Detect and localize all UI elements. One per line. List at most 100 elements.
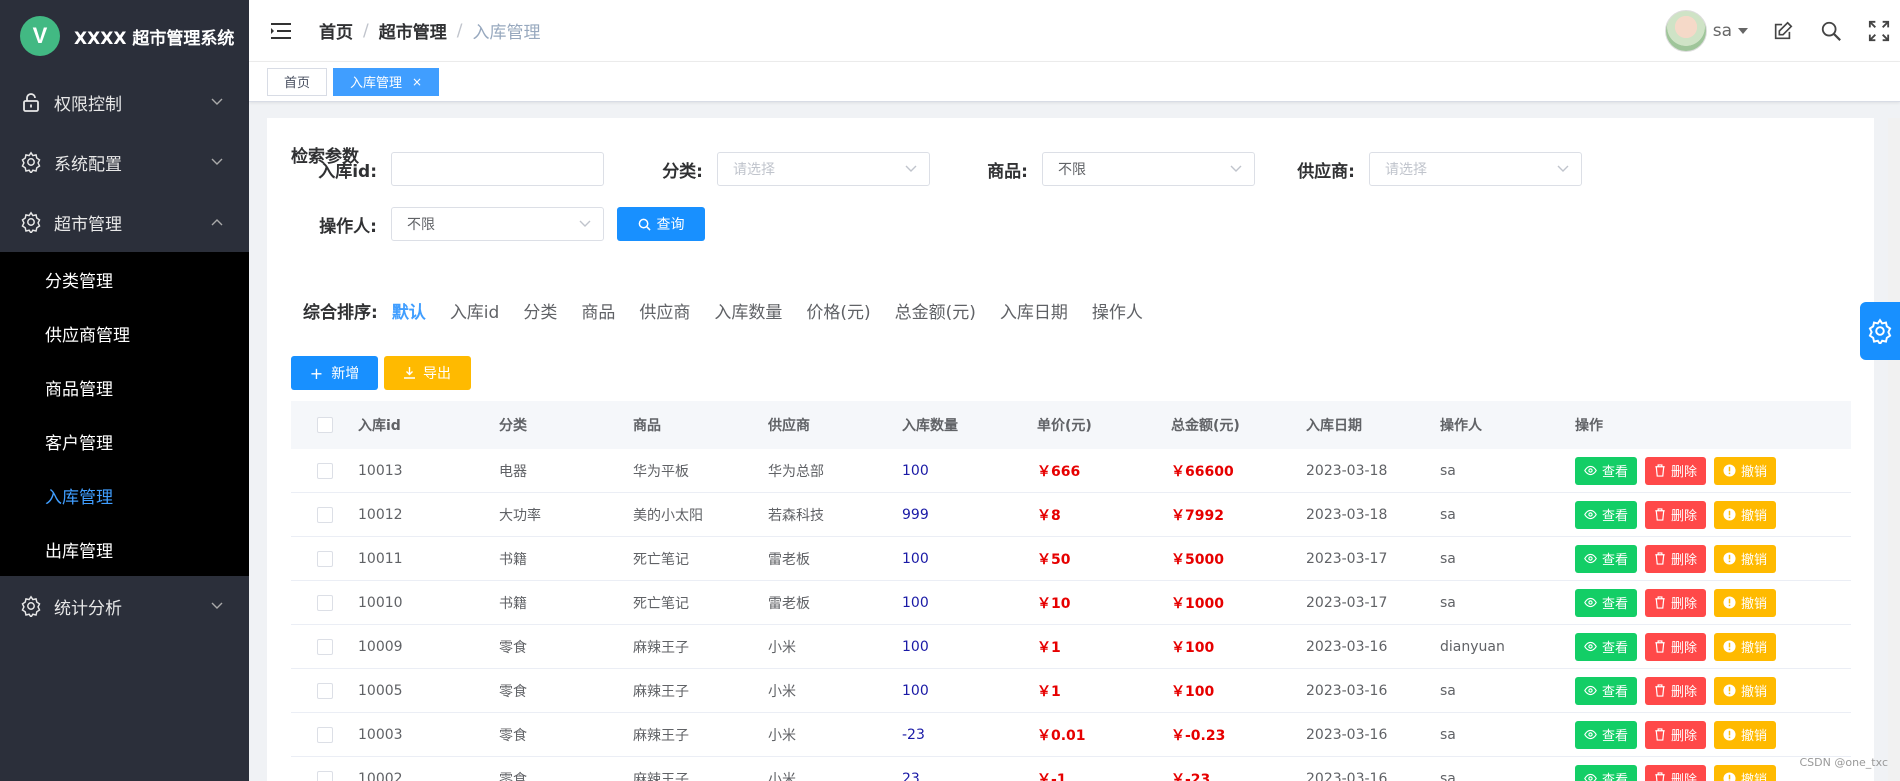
- hamburger-icon[interactable]: [269, 19, 293, 43]
- view-button[interactable]: 查看: [1575, 544, 1638, 573]
- tag-stock-in[interactable]: 入库管理 ×: [333, 67, 440, 96]
- delete-button[interactable]: 删除: [1645, 676, 1707, 705]
- revoke-button[interactable]: 撤销: [1714, 544, 1777, 573]
- logo[interactable]: V XXXX 超市管理系统: [0, 0, 249, 72]
- delete-button[interactable]: 删除: [1645, 632, 1707, 661]
- row-checkbox[interactable]: [316, 462, 333, 479]
- sort-option-product[interactable]: 商品: [581, 298, 615, 323]
- avatar[interactable]: [1664, 10, 1707, 52]
- revoke-button[interactable]: 撤销: [1714, 720, 1777, 749]
- revoke-button[interactable]: 撤销: [1714, 588, 1777, 617]
- settings-button[interactable]: [1860, 302, 1900, 360]
- sidebar-item-supplier[interactable]: 供应商管理: [0, 306, 249, 360]
- row-select-cell: [291, 462, 358, 479]
- breadcrumb-supermarket[interactable]: 超市管理: [379, 18, 447, 43]
- sort-option-price[interactable]: 价格(元): [806, 298, 870, 323]
- revoke-button[interactable]: 撤销: [1714, 500, 1777, 529]
- sort-option-default[interactable]: 默认: [392, 298, 426, 323]
- view-button[interactable]: 查看: [1575, 764, 1638, 781]
- scrollbar[interactable]: [1888, 118, 1900, 781]
- cell-qty: -23: [902, 726, 925, 743]
- view-button[interactable]: 查看: [1575, 456, 1638, 485]
- sort-option-operator[interactable]: 操作人: [1092, 298, 1143, 323]
- sidebar-item-stock-out[interactable]: 出库管理: [0, 522, 249, 576]
- menu-group-supermarket[interactable]: 超市管理: [0, 192, 249, 252]
- export-button[interactable]: 导出: [384, 356, 471, 390]
- view-button[interactable]: 查看: [1575, 588, 1638, 617]
- cell-actions: 查看 删除 撤销: [1575, 764, 1835, 781]
- view-button-label: 查看: [1602, 465, 1629, 480]
- menu-group-system-config[interactable]: 系统配置: [0, 132, 249, 192]
- cell-operator: sa: [1440, 770, 1456, 781]
- menu-group-permissions[interactable]: 权限控制: [0, 72, 249, 132]
- revoke-button[interactable]: 撤销: [1714, 632, 1777, 661]
- edit-icon[interactable]: [1770, 18, 1796, 44]
- delete-button[interactable]: 删除: [1645, 456, 1707, 485]
- row-checkbox[interactable]: [316, 550, 333, 567]
- sort-option-qty[interactable]: 入库数量: [714, 298, 782, 323]
- row-checkbox[interactable]: [316, 726, 333, 743]
- sort-option-date[interactable]: 入库日期: [1000, 298, 1068, 323]
- tags-view: 首页 入库管理 ×: [249, 62, 1900, 102]
- view-button[interactable]: 查看: [1575, 632, 1638, 661]
- submenu-supermarket: 分类管理 供应商管理 商品管理 客户管理 入库管理 出库管理: [0, 252, 249, 576]
- info-icon: [1723, 596, 1736, 609]
- select-all-checkbox[interactable]: [316, 417, 333, 433]
- cell-product: 麻辣王子: [633, 639, 689, 656]
- sidebar-item-category[interactable]: 分类管理: [0, 252, 249, 306]
- sort-option-supplier[interactable]: 供应商: [639, 298, 690, 323]
- row-checkbox[interactable]: [316, 682, 333, 699]
- category-label: 分类:: [662, 161, 703, 182]
- close-icon[interactable]: ×: [412, 75, 422, 89]
- add-button[interactable]: + 新增: [291, 356, 378, 390]
- product-select[interactable]: 不限: [1042, 152, 1255, 186]
- delete-button[interactable]: 删除: [1645, 764, 1707, 781]
- delete-button-label: 删除: [1671, 509, 1698, 524]
- column-header: 供应商: [768, 418, 810, 434]
- fullscreen-icon[interactable]: [1866, 18, 1892, 44]
- sidebar-item-customer[interactable]: 客户管理: [0, 414, 249, 468]
- row-checkbox[interactable]: [316, 506, 333, 523]
- sidebar-item-stock-in[interactable]: 入库管理: [0, 468, 249, 522]
- cell-supplier: 若森科技: [768, 507, 824, 524]
- breadcrumb-home[interactable]: 首页: [319, 18, 353, 43]
- sidebar-item-product[interactable]: 商品管理: [0, 360, 249, 414]
- operator-select[interactable]: 不限: [391, 207, 604, 241]
- user-name[interactable]: sa: [1713, 21, 1732, 41]
- cell-operator: sa: [1440, 550, 1456, 567]
- row-checkbox[interactable]: [316, 638, 333, 655]
- select-all-cell: [291, 417, 358, 433]
- delete-button[interactable]: 删除: [1645, 500, 1707, 529]
- row-select-cell: [291, 770, 358, 781]
- id-input[interactable]: [391, 152, 604, 186]
- revoke-button[interactable]: 撤销: [1714, 764, 1777, 781]
- sort-option-category[interactable]: 分类: [523, 298, 557, 323]
- tag-home[interactable]: 首页: [267, 67, 328, 96]
- cell-total: ￥1000: [1171, 595, 1224, 612]
- category-select[interactable]: 请选择: [717, 152, 930, 186]
- gear-icon: [20, 595, 42, 617]
- revoke-button[interactable]: 撤销: [1714, 676, 1777, 705]
- view-button[interactable]: 查看: [1575, 720, 1638, 749]
- delete-button[interactable]: 删除: [1645, 588, 1707, 617]
- info-icon: [1723, 508, 1736, 521]
- revoke-button[interactable]: 撤销: [1714, 456, 1777, 485]
- sort-option-id[interactable]: 入库id: [450, 298, 500, 323]
- table-header: 入库id 分类 商品 供应商 入库数量 单价(元) 总金额(元) 入库日期 操作…: [291, 401, 1851, 449]
- sort-row: 综合排序: 默认 入库id 分类 商品 供应商 入库数量 价格(元) 总金额(元…: [303, 298, 1167, 323]
- cell-category: 书籍: [499, 595, 527, 612]
- query-button[interactable]: 查询: [617, 207, 705, 241]
- cell-category: 零食: [499, 727, 527, 744]
- revoke-button-label: 撤销: [1741, 465, 1768, 480]
- sort-option-total[interactable]: 总金额(元): [895, 298, 976, 323]
- supplier-select[interactable]: 请选择: [1369, 152, 1582, 186]
- delete-button[interactable]: 删除: [1645, 720, 1707, 749]
- search-icon[interactable]: [1818, 18, 1844, 44]
- view-button[interactable]: 查看: [1575, 676, 1638, 705]
- delete-button[interactable]: 删除: [1645, 544, 1707, 573]
- view-button[interactable]: 查看: [1575, 500, 1638, 529]
- row-checkbox[interactable]: [316, 594, 333, 611]
- caret-down-icon[interactable]: [1738, 28, 1748, 34]
- menu-group-statistics[interactable]: 统计分析: [0, 576, 249, 636]
- row-checkbox[interactable]: [316, 770, 333, 781]
